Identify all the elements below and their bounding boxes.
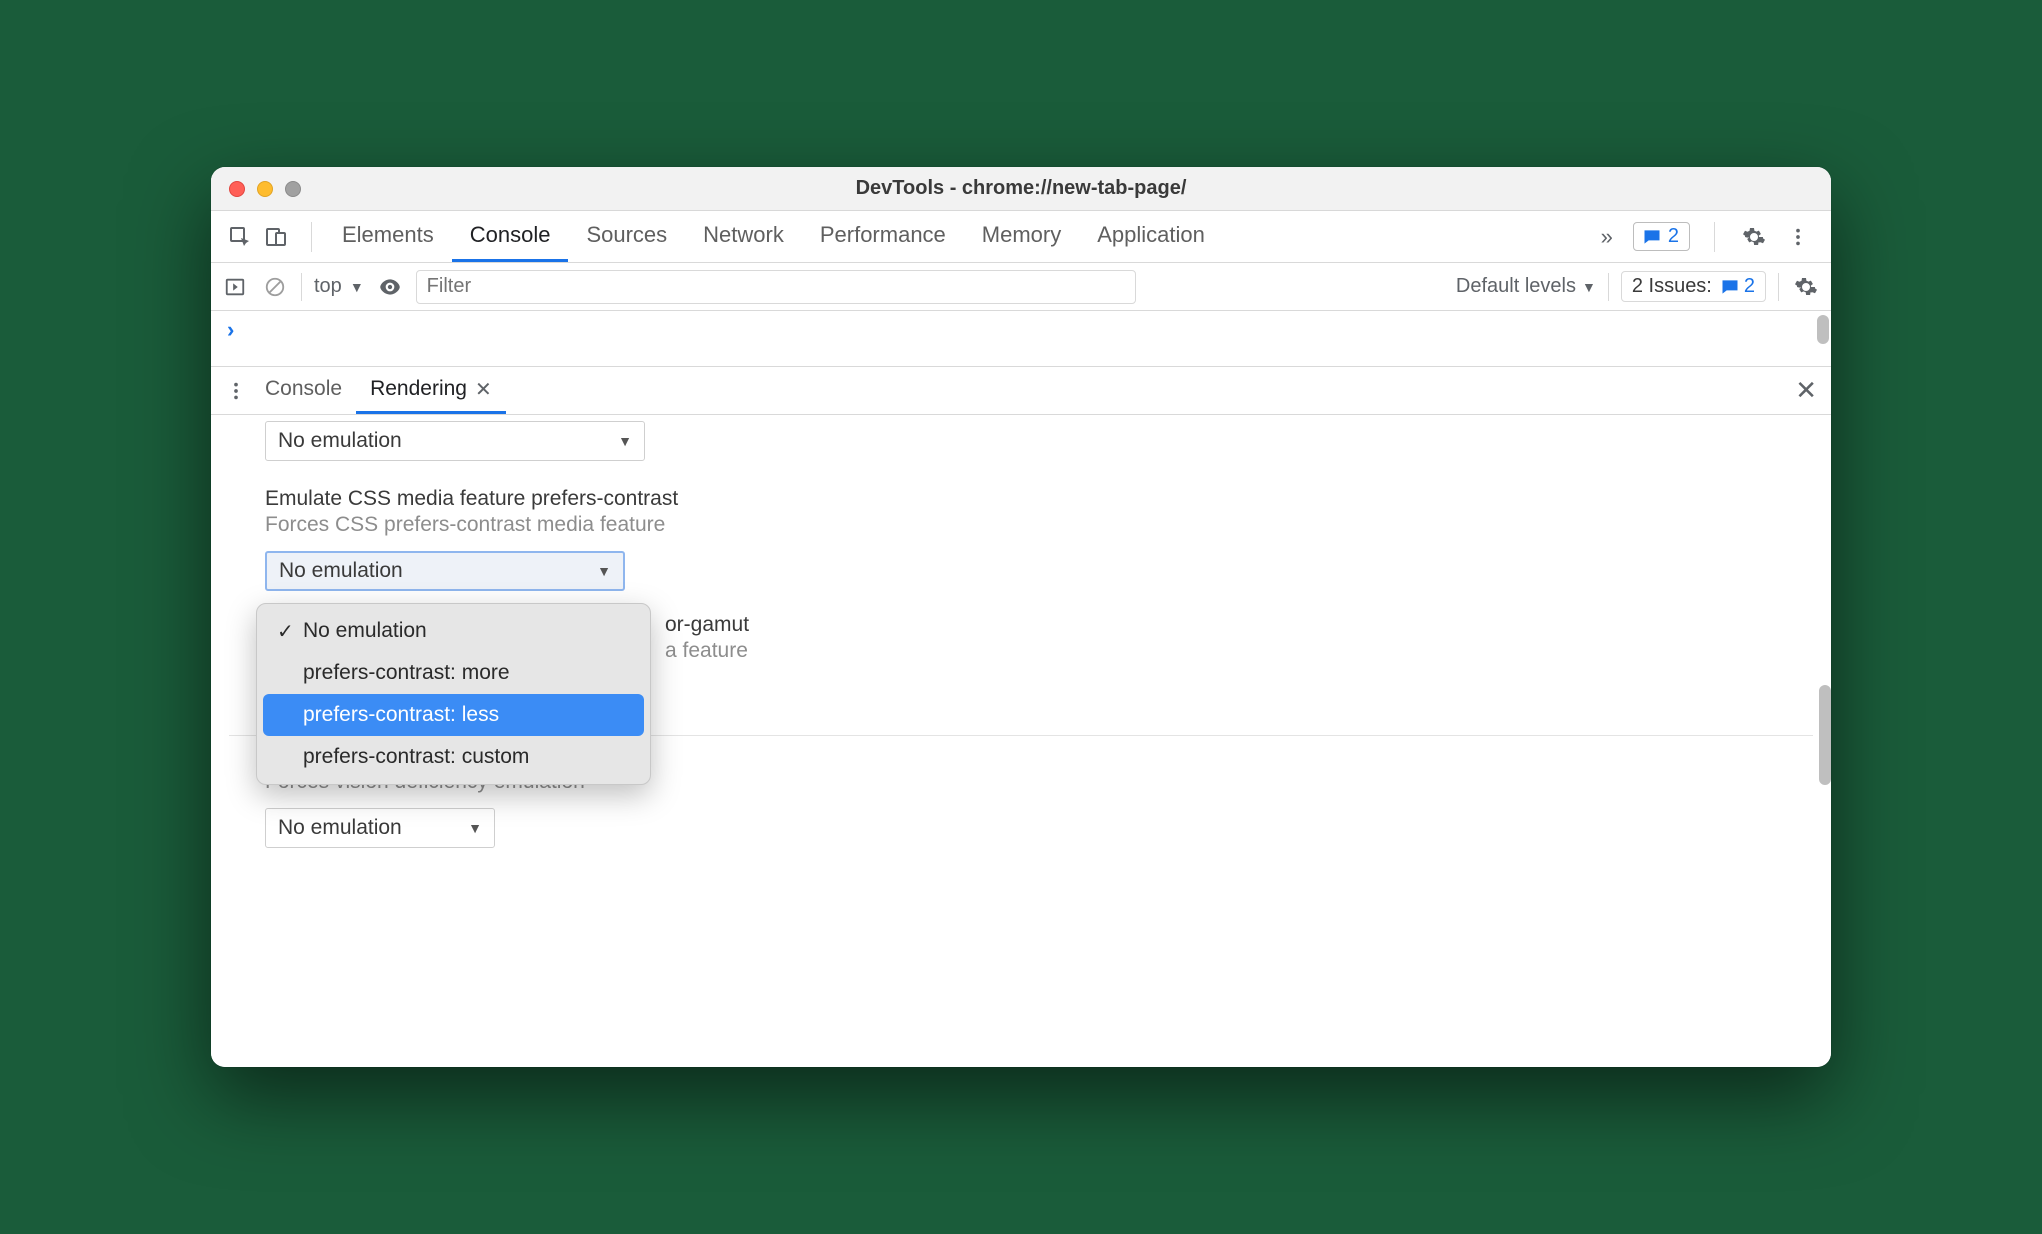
option-label: prefers-contrast: custom [303,745,529,769]
divider [1608,273,1609,301]
console-toolbar: top ▼ Default levels ▼ 2 Issues: 2 [211,263,1831,311]
rendering-panel: No emulation ▼ Emulate CSS media feature… [211,415,1831,1067]
divider [1714,222,1715,252]
chevron-down-icon: ▼ [350,279,364,295]
issues-count: 2 [1744,275,1755,298]
issues-label: 2 Issues: [1632,275,1712,298]
chat-icon [1720,277,1740,297]
select-vision-deficiency[interactable]: No emulation ▼ [265,808,495,848]
close-drawer-icon[interactable]: ✕ [1795,375,1817,406]
main-tab-strip: Elements Console Sources Network Perform… [211,211,1831,263]
console-body[interactable]: › [211,311,1831,367]
chat-icon [1642,227,1662,247]
prefers-contrast-dropdown: No emulation prefers-contrast: more pref… [256,603,651,785]
clear-console-icon[interactable] [261,273,289,301]
tab-elements[interactable]: Elements [324,211,452,262]
issues-button[interactable]: 2 Issues: 2 [1621,271,1766,302]
dropdown-option[interactable]: prefers-contrast: more [263,652,644,694]
drawer-tab-console[interactable]: Console [251,367,356,414]
scrollbar[interactable] [1817,315,1829,344]
devtools-window: DevTools - chrome://new-tab-page/ Elemen… [211,167,1831,1067]
levels-label: Default levels [1456,275,1576,298]
section-title: Emulate CSS media feature prefers-contra… [265,487,1777,511]
tab-label: Console [470,222,551,248]
tab-label: Performance [820,222,946,248]
drawer-tab-label: Console [265,377,342,401]
drawer-tab-strip: Console Rendering ✕ ✕ [211,367,1831,415]
chevron-down-icon: ▼ [618,433,632,449]
tab-label: Network [703,222,784,248]
select-value: No emulation [278,816,402,840]
log-levels-selector[interactable]: Default levels ▼ [1456,275,1596,298]
section-prefers-contrast: Emulate CSS media feature prefers-contra… [211,479,1831,609]
drawer-tab-label: Rendering [370,377,467,401]
close-tab-icon[interactable]: ✕ [475,377,492,402]
device-toggle-icon[interactable] [263,224,289,250]
tab-sources[interactable]: Sources [568,211,685,262]
dropdown-option[interactable]: prefers-contrast: less [263,694,644,736]
option-label: No emulation [303,619,427,643]
prompt-caret-icon: › [219,317,242,360]
select-prefers-contrast[interactable]: No emulation ▼ [265,551,625,591]
dropdown-option[interactable]: prefers-contrast: custom [263,736,644,778]
title-bar: DevTools - chrome://new-tab-page/ [211,167,1831,211]
tab-label: Elements [342,222,434,248]
drawer-kebab-icon[interactable] [221,376,251,406]
option-label: prefers-contrast: less [303,703,499,727]
filter-input[interactable] [416,270,1136,304]
toggle-sidebar-icon[interactable] [221,273,249,301]
section-subtitle-partial: a feature [665,639,1777,663]
kebab-menu-icon[interactable] [1783,222,1813,252]
tab-application[interactable]: Application [1079,211,1223,262]
console-settings-icon[interactable] [1791,272,1821,302]
more-tabs-icon[interactable]: » [1595,224,1619,250]
tab-label: Memory [982,222,1061,248]
divider [301,273,302,301]
dropdown-option[interactable]: No emulation [263,610,644,652]
context-selector[interactable]: top ▼ [314,275,364,298]
badge-count: 2 [1668,225,1679,248]
messages-badge[interactable]: 2 [1633,222,1690,251]
tab-console[interactable]: Console [452,211,569,262]
tab-memory[interactable]: Memory [964,211,1079,262]
chevron-down-icon: ▼ [1582,279,1596,295]
scrollbar[interactable] [1819,685,1831,785]
main-tabs: Elements Console Sources Network Perform… [324,211,1223,262]
inspect-icon[interactable] [227,224,253,250]
chevron-down-icon: ▼ [468,820,482,836]
tab-network[interactable]: Network [685,211,802,262]
select-previous-feature[interactable]: No emulation ▼ [265,421,645,461]
settings-icon[interactable] [1739,222,1769,252]
context-label: top [314,275,342,298]
tab-label: Application [1097,222,1205,248]
tab-label: Sources [586,222,667,248]
section-previous: No emulation ▼ [211,421,1831,479]
tab-performance[interactable]: Performance [802,211,964,262]
section-subtitle: Forces CSS prefers-contrast media featur… [265,513,1777,537]
select-value: No emulation [278,429,402,453]
select-value: No emulation [279,559,403,583]
live-expression-icon[interactable] [376,273,404,301]
window-title: DevTools - chrome://new-tab-page/ [211,177,1831,200]
option-label: prefers-contrast: more [303,661,510,685]
drawer-tab-rendering[interactable]: Rendering ✕ [356,367,506,414]
divider [1778,273,1779,301]
chevron-down-icon: ▼ [597,563,611,579]
divider [311,222,312,252]
section-title-partial: or-gamut [665,613,1777,637]
